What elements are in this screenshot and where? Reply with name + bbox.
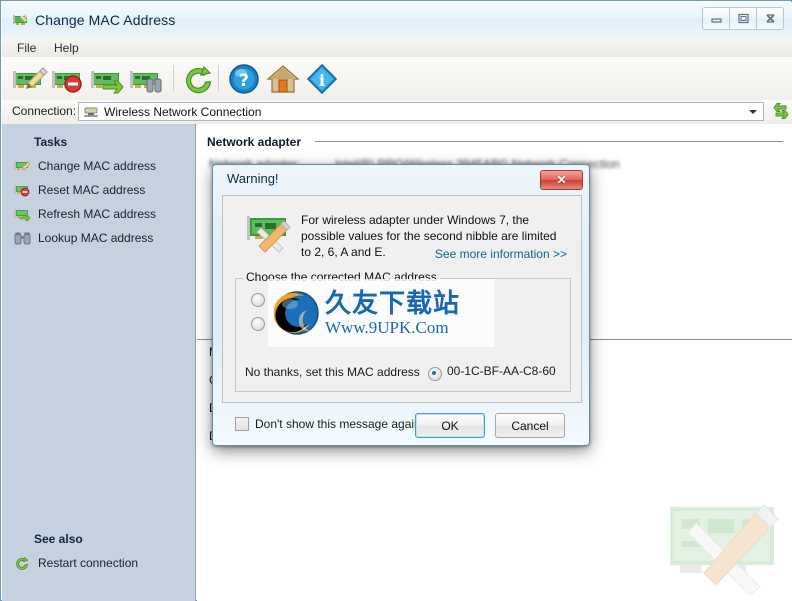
toolbar-restart-connection-button[interactable]	[180, 61, 216, 97]
svg-text:?: ?	[239, 71, 249, 91]
sidebar-item-lookup-mac-address[interactable]: Lookup MAC address	[14, 229, 153, 247]
sidebar: Tasks Change MAC address Reset MAC addre…	[2, 124, 196, 601]
window-title: Change MAC Address	[35, 12, 176, 28]
sidebar-item-label: Restart connection	[38, 556, 139, 570]
no-thanks-mac-value: 00-1C-BF-AA-C8-60	[447, 364, 556, 378]
dont-show-again-checkbox[interactable]	[235, 417, 249, 431]
toolbar-lookup-mac-address-button[interactable]	[129, 61, 165, 97]
group-title-rule	[315, 141, 783, 142]
application-window: Change MAC Address File Help ? i Connect…	[0, 0, 792, 601]
binoculars-icon	[14, 232, 31, 245]
window-frame: Change MAC Address File Help ? i Connect…	[0, 0, 792, 601]
close-button[interactable]	[756, 7, 784, 30]
connection-bar: Connection: Wireless Network Connection	[2, 100, 792, 125]
toolbar: ? i	[2, 57, 792, 101]
watermark-logo-icon	[274, 291, 319, 335]
minimize-button[interactable]	[702, 7, 730, 30]
app-network-card-icon	[13, 14, 28, 25]
cancel-button[interactable]: Cancel	[495, 413, 565, 438]
network-card-tools-icon	[670, 504, 779, 596]
dont-show-again-label: Don't show this message again	[255, 417, 421, 431]
sidebar-item-reset-mac-address[interactable]: Reset MAC address	[14, 181, 145, 199]
maximize-button[interactable]	[729, 7, 757, 30]
window-controls	[702, 7, 784, 30]
network-adapter-group-title: Network adapter	[207, 135, 302, 149]
sidebar-item-label: Refresh MAC address	[38, 207, 157, 221]
card-stop-icon	[14, 185, 30, 197]
toolbar-help-button[interactable]: ?	[226, 61, 262, 97]
toolbar-change-mac-address-button[interactable]	[12, 61, 48, 97]
dialog-title: Warning!	[227, 171, 279, 186]
connection-refresh-icon[interactable]	[772, 102, 790, 120]
toolbar-reset-mac-address-button[interactable]	[51, 61, 87, 97]
no-thanks-label: No thanks, set this MAC address	[245, 365, 420, 379]
toolbar-separator-2	[218, 65, 219, 91]
menu-help[interactable]: Help	[47, 40, 86, 56]
menu-file[interactable]: File	[10, 40, 43, 56]
menu-bar: File Help	[2, 37, 792, 58]
dont-show-again-checkbox-wrap[interactable]: Don't show this message again	[235, 417, 421, 431]
sidebar-item-label: Reset MAC address	[38, 183, 146, 197]
card-pencil-icon	[14, 161, 31, 171]
sidebar-item-change-mac-address[interactable]: Change MAC address	[14, 157, 156, 175]
toolbar-separator-1	[173, 65, 174, 91]
watermark-url-text: Www.9UPK.Com	[325, 317, 449, 337]
network-card-tools-icon	[247, 216, 291, 253]
toolbar-refresh-mac-address-button[interactable]	[90, 61, 126, 97]
connection-label: Connection:	[12, 104, 77, 118]
site-watermark: 久友下载站 Www.9UPK.Com	[268, 279, 494, 347]
sidebar-item-restart-connection[interactable]: Restart connection	[14, 554, 138, 572]
network-adapter-icon	[84, 107, 98, 117]
see-more-information-link[interactable]: See more information >>	[435, 247, 567, 261]
watermark-chinese-text: 久友下载站	[325, 288, 461, 319]
toolbar-about-button[interactable]: i	[304, 61, 340, 97]
mac-option-radio[interactable]	[251, 317, 265, 331]
watermark-text: 久友下载站 Www.9UPK.Com	[325, 291, 460, 336]
sidebar-tasks-heading: Tasks	[34, 135, 68, 149]
mac-option-radio[interactable]	[251, 293, 265, 307]
title-bar: Change MAC Address	[2, 2, 792, 38]
no-thanks-radio[interactable]	[428, 367, 442, 381]
dialog-close-button[interactable]: ✕	[540, 170, 583, 190]
card-refresh-icon	[14, 209, 31, 221]
sidebar-item-refresh-mac-address[interactable]: Refresh MAC address	[14, 205, 156, 223]
connection-selected-value: Wireless Network Connection	[104, 105, 262, 119]
sidebar-item-label: Change MAC address	[38, 159, 157, 173]
sidebar-see-also-heading: See also	[34, 532, 83, 546]
connection-dropdown[interactable]: Wireless Network Connection	[78, 102, 764, 121]
svg-text:i: i	[319, 71, 325, 90]
sidebar-item-label: Lookup MAC address	[38, 231, 154, 245]
ok-button[interactable]: OK	[415, 413, 485, 438]
chevron-down-icon[interactable]	[749, 110, 757, 114]
toolbar-home-button[interactable]	[265, 61, 301, 97]
green-refresh-icon	[16, 556, 29, 570]
